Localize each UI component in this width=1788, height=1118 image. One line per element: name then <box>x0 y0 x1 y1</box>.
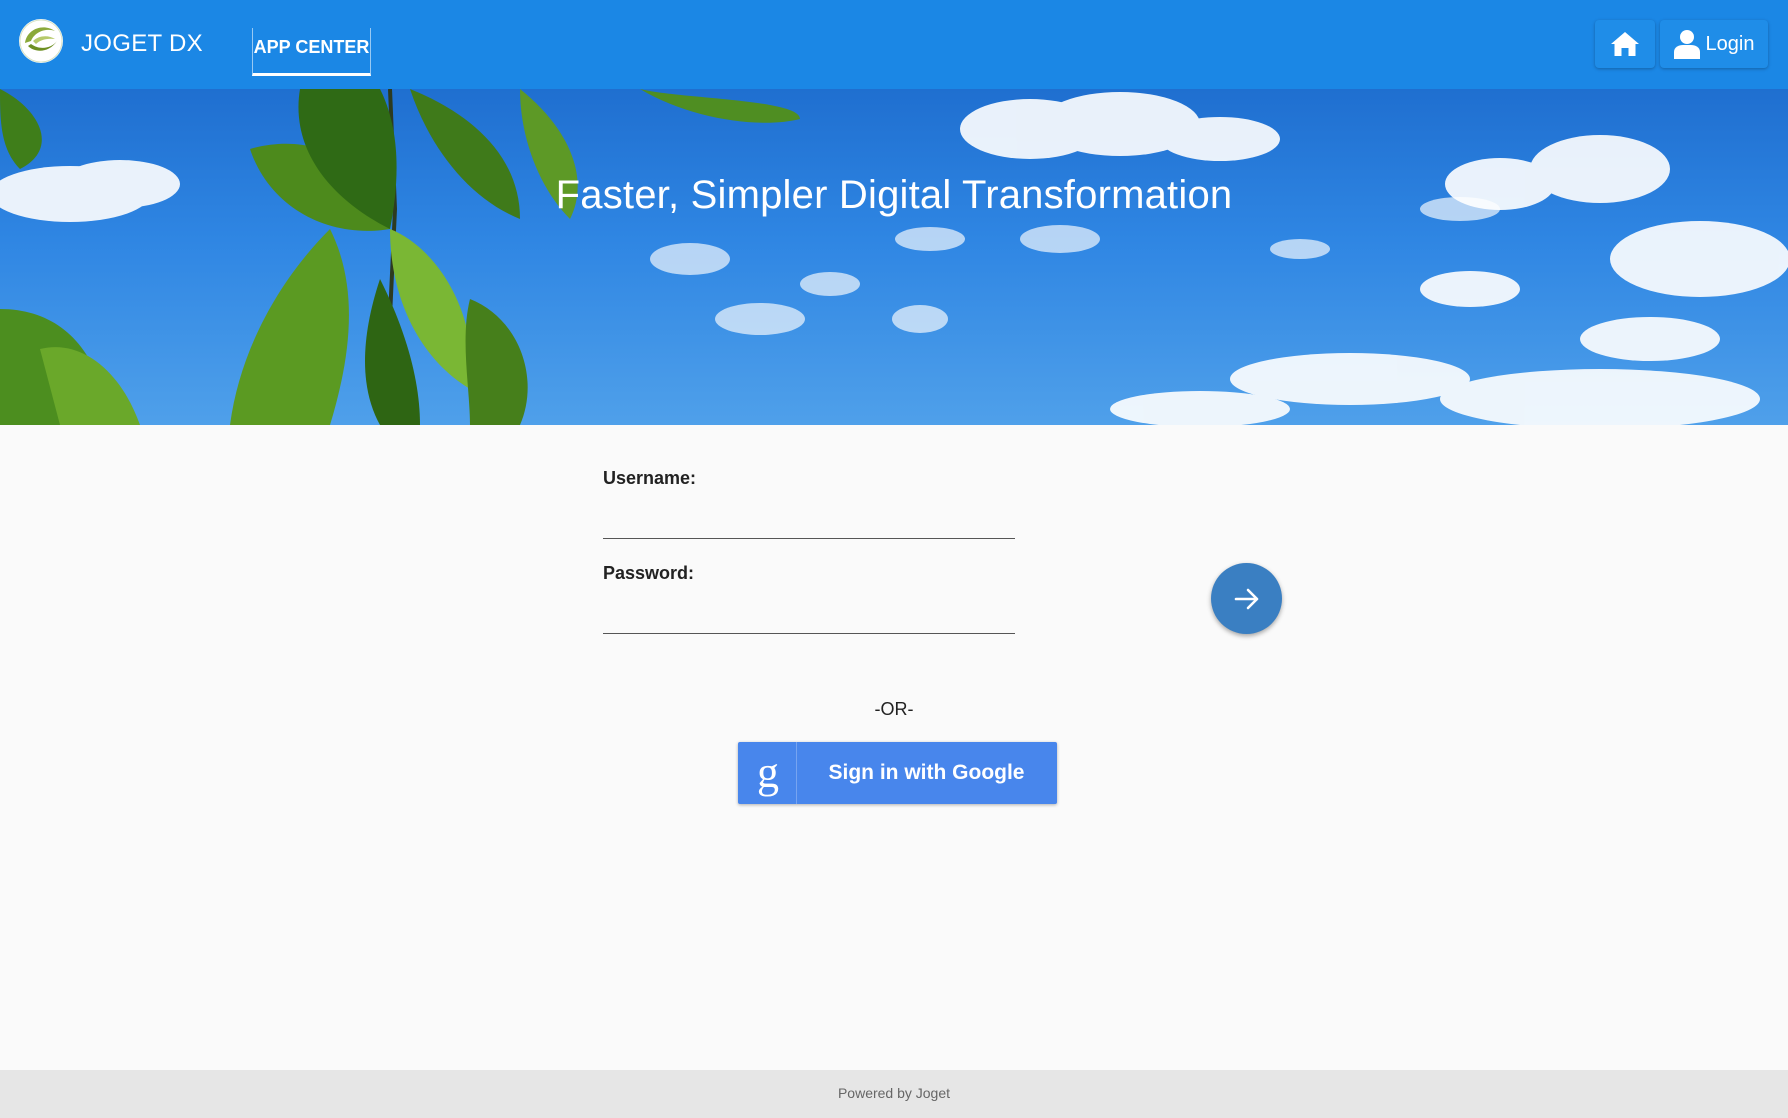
home-icon <box>1611 32 1639 56</box>
sky-leaves-illustration <box>0 89 1788 425</box>
login-button[interactable]: Login <box>1660 20 1768 68</box>
google-signin-label: Sign in with Google <box>828 761 1025 784</box>
banner-title: Faster, Simpler Digital Transformation <box>555 173 1233 217</box>
home-button[interactable] <box>1595 20 1655 68</box>
tab-app-center-label: APP CENTER <box>253 37 370 57</box>
login-button-label: Login <box>1705 32 1755 55</box>
login-submit-button[interactable] <box>1211 563 1282 634</box>
footer-text: Powered by Joget <box>837 1085 951 1101</box>
top-navbar: JOGET DX APP CENTER Login <box>0 0 1788 89</box>
tab-app-center[interactable]: APP CENTER <box>252 28 371 76</box>
arrow-right-icon <box>1234 588 1258 609</box>
hero-banner: Faster, Simpler Digital Transformation <box>0 89 1788 425</box>
or-separator: -OR- <box>874 699 914 719</box>
brand-name[interactable]: JOGET DX <box>81 30 203 58</box>
google-signin-button[interactable]: g Sign in with Google <box>738 742 1057 804</box>
password-input[interactable] <box>603 600 1015 634</box>
joget-logo-icon[interactable] <box>19 19 63 63</box>
username-label: Username: <box>603 468 697 488</box>
user-icon <box>1673 30 1700 59</box>
page-footer: Powered by Joget <box>0 1070 1788 1118</box>
password-label: Password: <box>603 563 695 583</box>
google-icon: g <box>757 748 779 797</box>
username-input[interactable] <box>603 505 1015 539</box>
